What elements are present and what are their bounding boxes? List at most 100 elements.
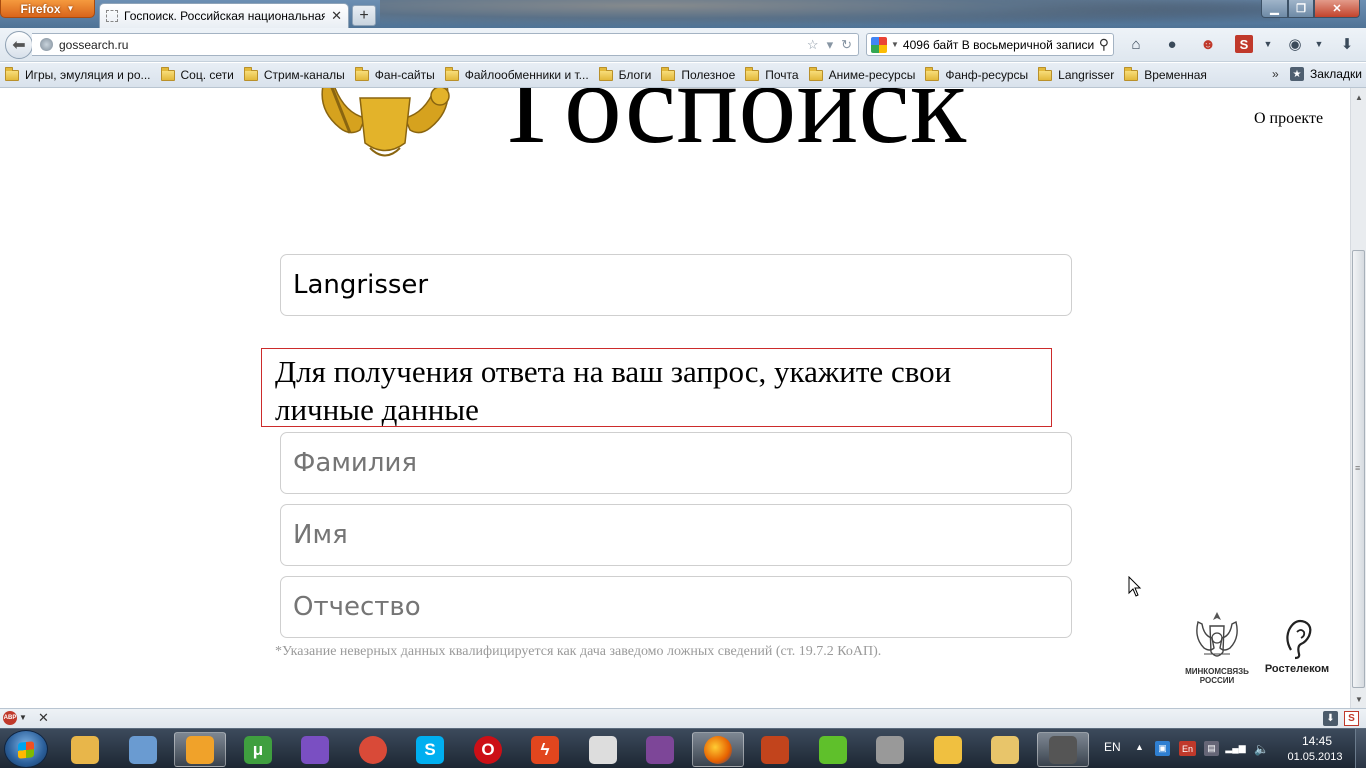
scroll-up-arrow-icon[interactable]: ▲ xyxy=(1353,91,1365,103)
bookmark-folder[interactable]: Аниме-ресурсы xyxy=(808,66,915,82)
bookmark-label: Временная xyxy=(1144,68,1207,82)
folder-icon xyxy=(5,66,19,81)
about-project-link[interactable]: О проекте xyxy=(1254,110,1323,128)
close-tab-icon[interactable]: ✕ xyxy=(331,8,342,24)
aimp-icon xyxy=(186,735,214,764)
site-logo-text: Госпоиск xyxy=(507,88,967,168)
taskbar-app-button[interactable] xyxy=(922,732,974,767)
bookmark-folder[interactable]: Файлообменники и т... xyxy=(444,66,589,82)
firefox-icon xyxy=(704,735,732,764)
adblock-dropdown-icon[interactable]: ▼ xyxy=(19,713,27,722)
taskbar-app-button[interactable] xyxy=(749,732,801,767)
adblock-plus-icon[interactable]: ABP xyxy=(3,711,17,725)
search-engine-dropdown-icon[interactable]: ▼ xyxy=(891,40,899,49)
taskbar-app-button[interactable] xyxy=(577,732,629,767)
bookmark-folder[interactable]: Почта xyxy=(745,66,799,82)
taskbar-app-button[interactable] xyxy=(807,732,859,767)
history-dropdown-icon[interactable]: ▾ xyxy=(827,37,834,53)
image-viewer-icon xyxy=(1049,735,1077,764)
tools-icon xyxy=(876,735,904,764)
bookmark-label: Стрим-каналы xyxy=(263,68,345,82)
close-window-button[interactable]: ✕ xyxy=(1314,0,1360,18)
back-button[interactable]: ⬅ xyxy=(5,31,33,59)
tor-icon xyxy=(646,735,674,764)
input-language-indicator[interactable]: EN xyxy=(1104,740,1121,754)
network-tray-icon[interactable]: ▣ xyxy=(1155,741,1170,756)
clock-date[interactable]: 01.05.2013 xyxy=(1284,751,1346,763)
safely-remove-icon[interactable]: ▤ xyxy=(1204,741,1219,756)
skype-icon: S xyxy=(416,735,444,764)
address-bar[interactable]: gossearch.ru ☆ ▾ ↻ xyxy=(32,33,859,56)
search-bar[interactable]: ▼ 4096 байт В восьмеричной записи ⚲ xyxy=(866,33,1114,56)
taskbar-app-button[interactable] xyxy=(1037,732,1089,767)
mouse-cursor-icon xyxy=(1128,576,1142,597)
maximize-window-button[interactable]: ❐ xyxy=(1288,0,1314,18)
reload-icon[interactable]: ↻ xyxy=(841,37,852,53)
taskbar-app-button[interactable] xyxy=(634,732,686,767)
search-icon[interactable]: ⚲ xyxy=(1099,36,1109,53)
start-button[interactable] xyxy=(4,730,48,768)
minimize-window-button[interactable]: ▁ xyxy=(1261,0,1288,18)
bookmark-folder[interactable]: Стрим-каналы xyxy=(243,66,345,82)
url-text: gossearch.ru xyxy=(59,37,129,52)
taskbar-app-button[interactable] xyxy=(59,732,111,767)
folder-icon xyxy=(745,66,760,81)
eye-dropdown-icon[interactable]: ▼ xyxy=(1310,35,1328,53)
ministry-eagle-icon xyxy=(1196,612,1238,657)
scroll-down-arrow-icon[interactable]: ▼ xyxy=(1353,693,1365,705)
addon-s-icon[interactable]: S xyxy=(1235,35,1253,53)
taskbar-app-button[interactable]: O xyxy=(462,732,514,767)
taskbar-app-button[interactable]: μ xyxy=(232,732,284,767)
bookmark-label: Соц. сети xyxy=(180,68,234,82)
close-addon-bar-icon[interactable]: ✕ xyxy=(38,710,49,726)
show-hidden-icons-icon[interactable]: ▲ xyxy=(1135,742,1144,752)
taskbar-app-button[interactable] xyxy=(864,732,916,767)
bookmark-label: Langrisser xyxy=(1058,68,1115,82)
bookmark-folder[interactable]: Фанф-ресурсы xyxy=(925,66,1028,82)
keyboard-layout-icon[interactable]: En xyxy=(1179,741,1196,756)
bookmark-folder[interactable]: Фан-сайты xyxy=(354,66,435,82)
downloads-icon[interactable]: ⬇ xyxy=(1323,711,1338,726)
taskbar-app-button[interactable]: S xyxy=(404,732,456,767)
scrollbar-thumb[interactable] xyxy=(1352,250,1365,688)
personal-data-notice: Для получения ответа на ваш запрос, укаж… xyxy=(261,348,1052,427)
all-bookmarks-button[interactable]: ★ Закладки xyxy=(1290,67,1362,81)
home-icon[interactable]: ⌂ xyxy=(1127,35,1145,53)
browser-tab[interactable]: Госпоиск. Российская национальная п... ✕ xyxy=(99,3,349,28)
eye-icon[interactable]: ◉ xyxy=(1286,35,1304,53)
bookmarks-overflow-button[interactable]: » xyxy=(1272,67,1279,81)
search-query-input[interactable] xyxy=(280,254,1072,316)
addon-bar: ABP ▼ ✕ ⬇ S xyxy=(0,708,1366,728)
taskbar-app-button[interactable] xyxy=(174,732,226,767)
bookmark-folder[interactable]: Полезное xyxy=(661,66,735,82)
new-tab-button[interactable]: + xyxy=(352,5,376,26)
clock-app-icon xyxy=(589,735,617,764)
taskbar-app-button[interactable] xyxy=(117,732,169,767)
addon-s-small-icon[interactable]: S xyxy=(1344,711,1359,726)
volume-icon[interactable]: 🔈 xyxy=(1254,741,1269,756)
surname-input[interactable] xyxy=(280,432,1072,494)
taskbar-app-button[interactable] xyxy=(347,732,399,767)
bookmark-folder[interactable]: Игры, эмуляция и ро... xyxy=(5,66,151,82)
firefox-menu-button[interactable]: Firefox ▼ xyxy=(0,0,95,18)
lightbulb-icon[interactable]: ● xyxy=(1163,35,1181,53)
taskbar-app-button[interactable] xyxy=(289,732,341,767)
clock-time[interactable]: 14:45 xyxy=(1290,734,1344,748)
bookmark-star-icon[interactable]: ☆ xyxy=(807,37,819,53)
first-name-input[interactable] xyxy=(280,504,1072,566)
signal-bars-icon[interactable]: ▂▄▆ xyxy=(1225,741,1245,756)
google-icon[interactable] xyxy=(871,36,887,53)
download-icon[interactable]: ⬇ xyxy=(1338,35,1356,53)
show-desktop-button[interactable] xyxy=(1355,729,1366,768)
addon-dropdown-icon[interactable]: ▼ xyxy=(1259,35,1277,53)
bookmark-folder[interactable]: Блоги xyxy=(598,66,651,82)
page-scrollbar[interactable]: ▲ ▼ xyxy=(1350,88,1366,708)
taskbar-app-button[interactable]: ϟ xyxy=(519,732,571,767)
bookmark-folder[interactable]: Langrisser xyxy=(1038,66,1115,82)
addon-face-icon[interactable]: ☻ xyxy=(1199,35,1217,53)
patronymic-input[interactable] xyxy=(280,576,1072,638)
bookmark-folder[interactable]: Соц. сети xyxy=(160,66,234,82)
taskbar-app-button[interactable] xyxy=(692,732,744,767)
taskbar-app-button[interactable] xyxy=(979,732,1031,767)
bookmark-folder[interactable]: Временная xyxy=(1124,66,1207,82)
